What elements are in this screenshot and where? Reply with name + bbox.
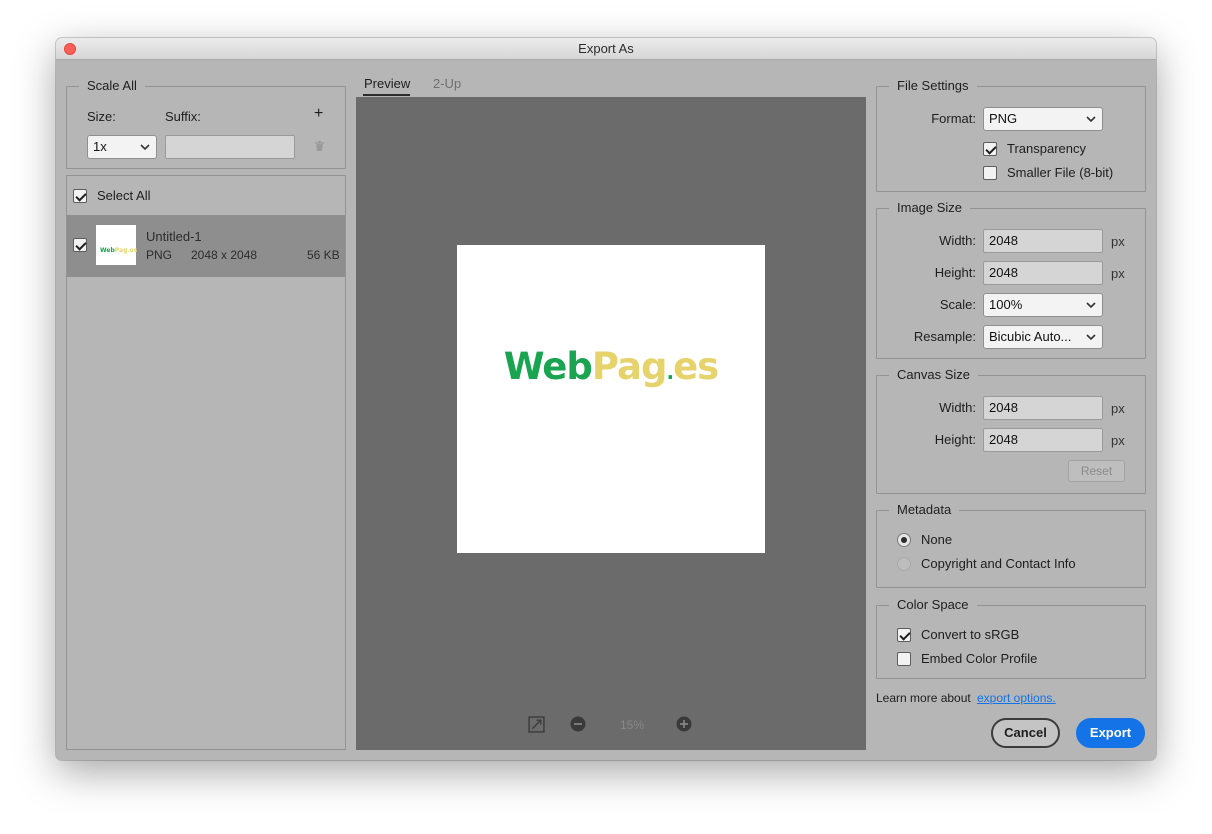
thumbnail-logo: WebPag.es: [100, 247, 138, 254]
asset-format: PNG: [146, 248, 173, 262]
scale-label: Scale:: [939, 297, 976, 312]
transparency-label: Transparency: [1007, 141, 1086, 156]
scale-all-group: Scale All Size: Suffix: + 1x: [66, 78, 346, 169]
chevron-down-icon: [140, 144, 150, 151]
color-space-legend: Color Space: [889, 597, 977, 613]
asset-dimensions: 2048 x 2048: [191, 248, 258, 262]
suffix-input[interactable]: [165, 135, 295, 159]
file-settings-legend: File Settings: [889, 78, 977, 94]
transparency-checkbox[interactable]: [983, 142, 997, 156]
asset-name: Untitled-1: [146, 229, 202, 244]
close-window-button[interactable]: [64, 43, 76, 55]
asset-row[interactable]: WebPag.es Untitled-1 PNG 2048 x 2048 56 …: [67, 215, 345, 277]
resample-select-value: Bicubic Auto...: [989, 329, 1072, 344]
suffix-label: Suffix:: [165, 109, 201, 124]
canvas-size-group: Canvas Size Width: 2048 px Height: 2048 …: [876, 367, 1146, 494]
canvas-width-unit: px: [1111, 401, 1125, 416]
scale-all-legend: Scale All: [79, 78, 145, 94]
smaller-file-label: Smaller File (8-bit): [1007, 165, 1114, 180]
asset-checkbox[interactable]: [73, 238, 87, 252]
image-size-group: Image Size Width: 2048 px Height: 2048 p…: [876, 200, 1146, 359]
reset-button[interactable]: Reset: [1068, 460, 1125, 482]
image-size-legend: Image Size: [889, 200, 971, 216]
canvas-height-label: Height:: [934, 432, 976, 447]
zoom-level: 15%: [620, 718, 645, 732]
image-height-field[interactable]: 2048: [983, 261, 1103, 285]
window-title: Export As: [578, 41, 634, 56]
tab-2-up[interactable]: 2-Up: [433, 76, 461, 91]
canvas-height-unit: px: [1111, 433, 1125, 448]
chevron-down-icon: [1086, 334, 1096, 341]
scale-select-value: 100%: [989, 297, 1023, 312]
export-as-dialog: Export As Scale All Size: Suffix: + 1x S…: [56, 38, 1156, 760]
canvas-size-legend: Canvas Size: [889, 367, 978, 383]
convert-srgb-label: Convert to sRGB: [921, 627, 1020, 642]
metadata-none-label: None: [921, 532, 953, 547]
export-button[interactable]: Export: [1076, 718, 1145, 748]
tab-preview[interactable]: Preview: [364, 76, 410, 91]
fit-screen-icon[interactable]: [528, 716, 545, 733]
embed-profile-label: Embed Color Profile: [921, 651, 1038, 666]
embed-profile-checkbox[interactable]: [897, 652, 911, 666]
metadata-legend: Metadata: [889, 502, 960, 518]
format-label: Format:: [931, 111, 976, 126]
title-bar: Export As: [56, 38, 1156, 60]
canvas-width-label: Width:: [939, 400, 976, 415]
chevron-down-icon: [1086, 302, 1096, 309]
select-all-checkbox[interactable]: [73, 189, 87, 203]
asset-list-panel: Select All WebPag.es Untitled-1 PNG 2048…: [66, 175, 346, 750]
convert-srgb-checkbox[interactable]: [897, 628, 911, 642]
size-label: Size:: [87, 109, 116, 124]
webpages-logo: WebPag..eses: [503, 345, 719, 388]
format-select-value: PNG: [989, 111, 1018, 126]
file-settings-group: File Settings Format: PNG Transparency S…: [876, 78, 1146, 192]
asset-file-size: 56 KB: [307, 248, 340, 262]
image-width-label: Width:: [939, 233, 976, 248]
canvas-height-field[interactable]: 2048: [983, 428, 1103, 452]
resample-select[interactable]: Bicubic Auto...: [983, 325, 1103, 349]
chevron-down-icon: [1086, 116, 1096, 123]
metadata-copyright-label: Copyright and Contact Info: [921, 556, 1076, 571]
scale-select[interactable]: 100%: [983, 293, 1103, 317]
metadata-copyright-radio[interactable]: [897, 557, 911, 571]
image-height-label: Height:: [934, 265, 976, 280]
format-select[interactable]: PNG: [983, 107, 1103, 131]
select-all-label: Select All: [97, 188, 151, 203]
learn-more-text: Learn more about: [876, 691, 971, 705]
asset-thumbnail: WebPag.es: [96, 225, 138, 265]
tab-preview-underline: [363, 94, 410, 96]
canvas-width-field[interactable]: 2048: [983, 396, 1103, 420]
color-space-group: Color Space Convert to sRGB Embed Color …: [876, 597, 1146, 679]
image-width-unit: px: [1111, 234, 1125, 249]
size-select[interactable]: 1x: [87, 135, 157, 159]
metadata-none-radio[interactable]: [897, 533, 911, 547]
zoom-in-icon[interactable]: [676, 716, 692, 732]
export-options-link[interactable]: export options.: [977, 691, 1056, 705]
artboard-preview: WebPag..eses: [457, 245, 765, 553]
image-width-field[interactable]: 2048: [983, 229, 1103, 253]
cancel-button[interactable]: Cancel: [991, 718, 1060, 748]
smaller-file-checkbox[interactable]: [983, 166, 997, 180]
metadata-group: Metadata None Copyright and Contact Info: [876, 502, 1146, 588]
resample-label: Resample:: [913, 329, 976, 344]
size-select-value: 1x: [93, 139, 107, 154]
preview-canvas[interactable]: WebPag..eses 15%: [356, 97, 866, 750]
trash-icon[interactable]: [314, 140, 325, 152]
zoom-out-icon[interactable]: [570, 716, 586, 732]
add-scale-button[interactable]: +: [314, 106, 323, 122]
image-height-unit: px: [1111, 266, 1125, 281]
